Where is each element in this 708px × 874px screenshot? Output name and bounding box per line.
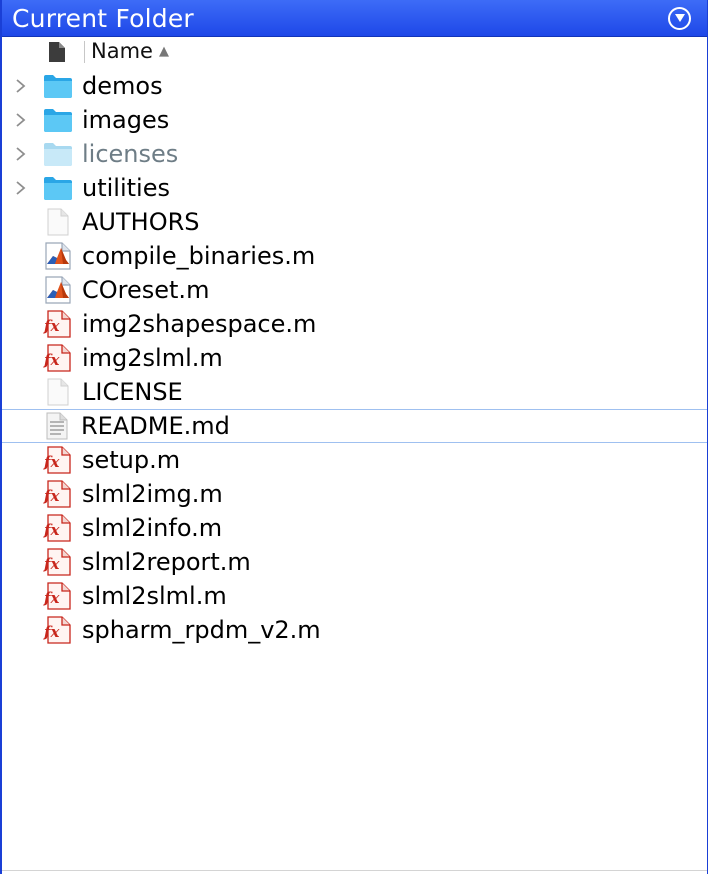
item-name: slml2info.m <box>82 514 223 542</box>
file-row[interactable]: fx slml2slml.m <box>2 579 707 613</box>
item-name: AUTHORS <box>82 208 200 236</box>
file-row[interactable]: fx slml2info.m <box>2 511 707 545</box>
file-row[interactable]: fx slml2img.m <box>2 477 707 511</box>
current-folder-panel: Current Folder Name ▲ demos images licen… <box>0 0 708 874</box>
matlab-function-icon: fx <box>43 446 73 474</box>
item-name: licenses <box>82 140 179 168</box>
chevron-right-icon[interactable] <box>15 110 27 130</box>
matlab-function-icon: fx <box>43 310 73 338</box>
item-name: COreset.m <box>82 276 210 304</box>
svg-text:fx: fx <box>43 589 60 607</box>
file-row[interactable]: fx slml2report.m <box>2 545 707 579</box>
matlab-function-icon: fx <box>43 582 73 610</box>
file-row[interactable]: fx img2shapespace.m <box>2 307 707 341</box>
column-separator <box>84 41 85 63</box>
folder-icon <box>43 106 73 134</box>
item-name: slml2slml.m <box>82 582 227 610</box>
matlab-function-icon: fx <box>43 344 73 372</box>
item-name: img2slml.m <box>82 344 223 372</box>
svg-text:fx: fx <box>43 521 60 539</box>
name-column-label: Name <box>91 39 153 63</box>
item-name: slml2report.m <box>82 548 251 576</box>
matlab-function-icon: fx <box>43 548 73 576</box>
matlab-function-icon: fx <box>43 480 73 508</box>
folder-row[interactable]: images <box>2 103 707 137</box>
chevron-right-icon[interactable] <box>15 144 27 164</box>
svg-text:fx: fx <box>43 351 60 369</box>
item-name: setup.m <box>82 446 181 474</box>
svg-text:fx: fx <box>43 487 60 505</box>
sort-ascending-icon: ▲ <box>158 43 169 59</box>
panel-title: Current Folder <box>12 3 194 33</box>
item-name: images <box>82 106 170 134</box>
svg-text:fx: fx <box>43 555 60 573</box>
file-list: demos images licenses utilities AUTHORS … <box>2 69 707 647</box>
file-row[interactable]: fx setup.m <box>2 443 707 477</box>
svg-text:fx: fx <box>43 623 60 641</box>
item-name: README.md <box>81 412 230 440</box>
svg-text:fx: fx <box>43 317 60 335</box>
folder-row[interactable]: utilities <box>2 171 707 205</box>
folder-icon <box>43 140 73 168</box>
folder-row[interactable]: demos <box>2 69 707 103</box>
folder-row[interactable]: licenses <box>2 137 707 171</box>
file-row[interactable]: COreset.m <box>2 273 707 307</box>
chevron-right-icon[interactable] <box>15 76 27 96</box>
folder-icon <box>43 72 73 100</box>
item-name: spharm_rpdm_v2.m <box>82 616 321 644</box>
item-name: img2shapespace.m <box>82 310 317 338</box>
matlab-script-icon <box>43 242 73 270</box>
chevron-right-icon[interactable] <box>15 178 27 198</box>
file-icon <box>43 378 73 406</box>
matlab-script-icon <box>43 276 73 304</box>
panel-titlebar: Current Folder <box>2 0 707 37</box>
name-column-header[interactable]: Name ▲ <box>91 39 169 63</box>
circle-down-arrow-icon <box>674 14 685 22</box>
item-name: demos <box>82 72 163 100</box>
item-name: LICENSE <box>82 378 183 406</box>
file-type-column-icon <box>49 42 65 62</box>
panel-bottom-divider <box>2 870 707 871</box>
panel-menu-button[interactable] <box>668 6 691 30</box>
column-header: Name ▲ <box>2 37 707 67</box>
folder-icon <box>43 174 73 202</box>
matlab-function-icon: fx <box>43 616 73 644</box>
file-row[interactable]: compile_binaries.m <box>2 239 707 273</box>
file-row[interactable]: fx spharm_rpdm_v2.m <box>2 613 707 647</box>
file-icon <box>43 208 73 236</box>
text-file-icon <box>42 412 72 440</box>
file-row[interactable]: LICENSE <box>2 375 707 409</box>
matlab-function-icon: fx <box>43 514 73 542</box>
file-row[interactable]: AUTHORS <box>2 205 707 239</box>
svg-text:fx: fx <box>43 453 60 471</box>
file-row[interactable]: README.md <box>2 409 707 443</box>
item-name: slml2img.m <box>82 480 223 508</box>
file-row[interactable]: fx img2slml.m <box>2 341 707 375</box>
item-name: compile_binaries.m <box>82 242 316 270</box>
item-name: utilities <box>82 174 170 202</box>
